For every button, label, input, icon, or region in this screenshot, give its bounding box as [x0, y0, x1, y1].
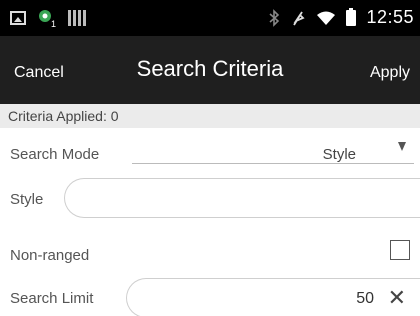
- non-ranged-checkbox[interactable]: [390, 240, 410, 260]
- close-icon[interactable]: ✕: [388, 285, 406, 311]
- image-icon: [10, 11, 26, 25]
- mute-icon: [293, 11, 306, 25]
- style-label: Style: [10, 191, 44, 208]
- cancel-button[interactable]: Cancel: [14, 64, 64, 82]
- wifi-icon: [317, 11, 336, 25]
- barcode-icon: [68, 10, 86, 26]
- bluetooth-icon: [269, 8, 280, 27]
- status-bar-left: 1: [10, 8, 86, 28]
- status-time: 12:55: [366, 7, 414, 27]
- search-mode-label: Search Mode: [10, 146, 100, 163]
- search-limit-label: Search Limit: [10, 290, 94, 307]
- dropdown-caret-icon: [398, 142, 406, 151]
- svg-text:1: 1: [51, 19, 56, 28]
- battery-charging-icon: [346, 7, 357, 26]
- app-notification-icon: 1: [39, 10, 56, 28]
- style-input[interactable]: [64, 178, 420, 218]
- app-header: Search Criteria Cancel Apply: [0, 36, 420, 104]
- search-limit-value: 50: [356, 290, 374, 307]
- status-bar: 1 12:55: [0, 0, 420, 36]
- apply-button[interactable]: Apply: [370, 64, 410, 82]
- search-mode-value: Style: [322, 146, 356, 163]
- non-ranged-label: Non-ranged: [10, 247, 90, 264]
- criteria-applied-bar: Criteria Applied: 0: [0, 104, 420, 128]
- search-mode-select[interactable]: Style: [132, 140, 414, 164]
- status-bar-right: 12:55: [268, 7, 414, 28]
- search-limit-input[interactable]: 50 ✕: [126, 278, 420, 316]
